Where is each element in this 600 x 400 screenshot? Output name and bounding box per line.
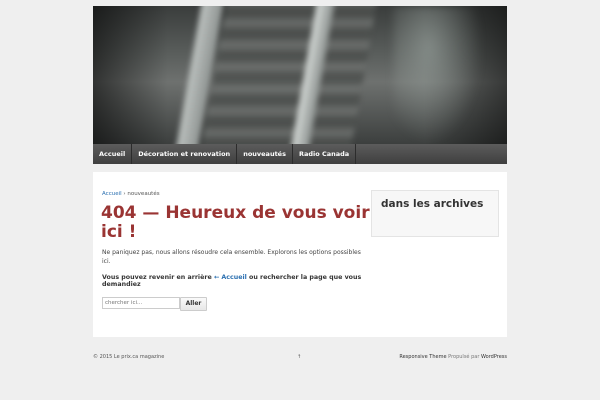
banner-escalator — [198, 6, 378, 144]
header-banner-image — [93, 6, 507, 144]
breadcrumb-separator: › — [123, 191, 126, 197]
scroll-top-link[interactable]: ↑ — [297, 354, 301, 360]
back-instructions: Vous pouvez revenir en arrière ← Accueil… — [102, 274, 367, 288]
error-message: Ne paniquez pas, nous allons résoudre ce… — [102, 249, 361, 265]
banner-glow — [393, 6, 483, 144]
powered-text: Propulsé par — [448, 354, 480, 360]
back-prefix: Vous pouvez revenir en arrière — [102, 274, 212, 281]
breadcrumb: Accueil › nouveautés — [102, 191, 160, 197]
nav-item-decoration[interactable]: Décoration et renovation — [132, 144, 238, 164]
page-title: 404 — Heureux de vous voir ici ! — [101, 203, 370, 242]
wordpress-link[interactable]: WordPress — [481, 354, 507, 360]
nav-item-radio-canada[interactable]: Radio Canada — [293, 144, 357, 164]
back-home-link[interactable]: ← Accueil — [214, 274, 247, 281]
search-button[interactable]: Aller — [180, 297, 207, 311]
sidebar-widget: dans les archives — [371, 190, 499, 237]
breadcrumb-current: nouveautés — [127, 191, 160, 197]
search-input[interactable] — [102, 297, 180, 309]
theme-link[interactable]: Responsive Theme — [399, 354, 446, 360]
footer-credits: Responsive Theme Propulsé par WordPress — [399, 354, 507, 360]
content-panel: Accueil › nouveautés 404 — Heureux de vo… — [93, 172, 507, 337]
breadcrumb-home-link[interactable]: Accueil — [102, 191, 122, 197]
nav-item-nouveautes[interactable]: nouveautés — [237, 144, 293, 164]
main-nav: Accueil Décoration et renovation nouveau… — [93, 144, 507, 164]
sidebar-widget-title: dans les archives — [381, 198, 484, 210]
nav-item-accueil[interactable]: Accueil — [93, 144, 133, 164]
footer-copyright: © 2015 Le prix.ca magazine — [93, 354, 165, 360]
